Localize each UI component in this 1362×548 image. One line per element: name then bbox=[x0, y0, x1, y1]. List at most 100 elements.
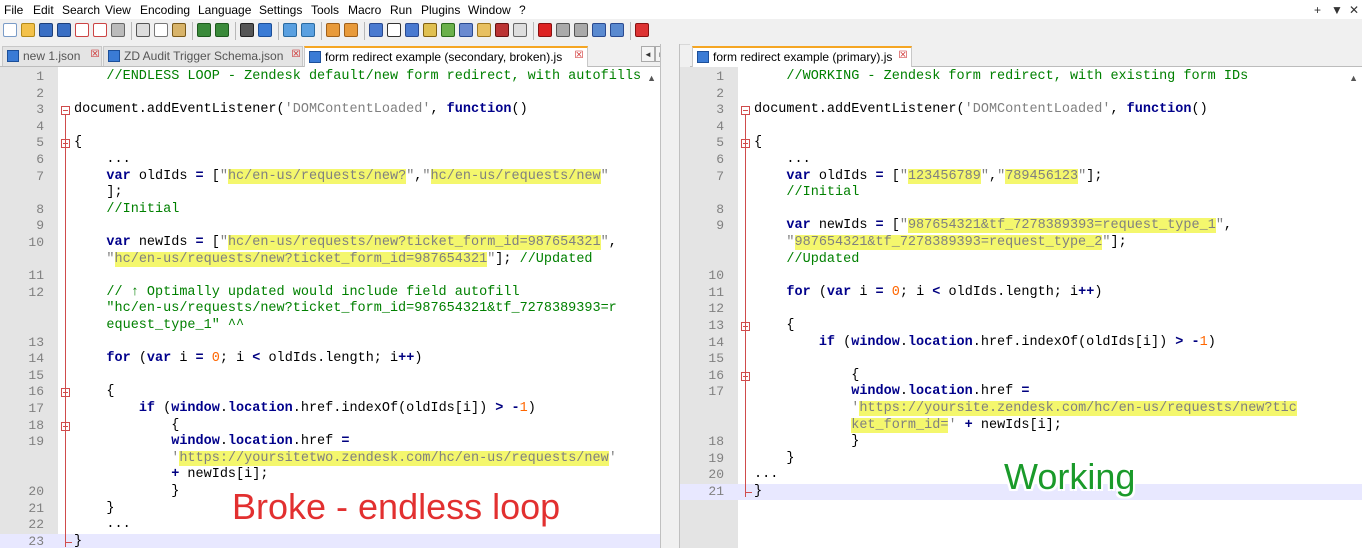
save-all-icon[interactable] bbox=[57, 23, 71, 37]
code-text: } bbox=[74, 533, 83, 548]
sync-horizontal-icon[interactable] bbox=[344, 23, 358, 37]
copy-icon[interactable] bbox=[154, 23, 168, 37]
spell-check-icon[interactable] bbox=[635, 23, 649, 37]
tab-label: ZD Audit Trigger Schema.json bbox=[124, 49, 284, 63]
close-tab-icon[interactable]: ☒ bbox=[573, 50, 585, 62]
tab-label: form redirect example (primary).js bbox=[713, 50, 893, 64]
close-tab-icon[interactable]: ☒ bbox=[89, 49, 101, 61]
code-text: document.addEventListener('DOMContentLoa… bbox=[74, 102, 528, 118]
play-macro-icon[interactable] bbox=[574, 23, 588, 37]
file-icon bbox=[309, 51, 321, 63]
function-list-icon[interactable] bbox=[459, 23, 473, 37]
tab-form-redirect-primary[interactable]: form redirect example (primary).js ☒ bbox=[692, 46, 912, 67]
redo-icon[interactable] bbox=[215, 23, 229, 37]
view-splitter[interactable] bbox=[660, 44, 680, 548]
right-tab-bar: form redirect example (primary).js ☒ bbox=[690, 44, 1362, 67]
tab-label: form redirect example (secondary, broken… bbox=[325, 50, 563, 64]
code-line: 6 ... bbox=[680, 152, 1362, 168]
code-text: { bbox=[74, 384, 115, 400]
line-number: 15 bbox=[708, 351, 724, 367]
toolbar-separator bbox=[364, 22, 365, 40]
open-file-icon[interactable] bbox=[21, 23, 35, 37]
code-line: 3 document.addEventListener('DOMContentLo… bbox=[0, 102, 660, 118]
paste-icon[interactable] bbox=[172, 23, 186, 37]
sync-vertical-icon[interactable] bbox=[326, 23, 340, 37]
menu-plugins[interactable]: Plugins bbox=[421, 3, 460, 17]
menu-language[interactable]: Language bbox=[198, 3, 251, 17]
indent-guide-icon[interactable] bbox=[405, 23, 419, 37]
find-icon[interactable] bbox=[240, 23, 254, 37]
code-text: 'https://yoursite.zendesk.com/hc/en-us/r… bbox=[851, 401, 1297, 416]
undo-icon[interactable] bbox=[197, 23, 211, 37]
menu-settings[interactable]: Settings bbox=[259, 3, 302, 17]
code-line: 14 for (var i = 0; i < oldIds.length; i+… bbox=[0, 351, 660, 367]
menu-macro[interactable]: Macro bbox=[348, 3, 381, 17]
menu-tools[interactable]: Tools bbox=[311, 3, 339, 17]
line-number: 17 bbox=[708, 384, 724, 400]
tab-list-dropdown-button[interactable]: ▼ bbox=[1331, 3, 1343, 17]
folder-workspace-icon[interactable] bbox=[477, 23, 491, 37]
tab-zd-audit-trigger-schema[interactable]: ZD Audit Trigger Schema.json ☒ bbox=[103, 46, 303, 66]
line-number: 6 bbox=[36, 152, 44, 167]
monitor-icon[interactable] bbox=[495, 23, 509, 37]
save-icon[interactable] bbox=[39, 23, 53, 37]
left-editor[interactable]: ▲ 1 //ENDLESS LOOP - Zendesk default/new… bbox=[0, 67, 660, 548]
line-number: 22 bbox=[28, 517, 44, 533]
line-number: 5 bbox=[36, 135, 44, 151]
doc-map-icon[interactable] bbox=[441, 23, 455, 37]
line-number: 13 bbox=[708, 318, 724, 333]
tab-scroll-left-button[interactable]: ◄ bbox=[641, 46, 655, 62]
cut-icon[interactable] bbox=[136, 23, 150, 37]
new-tab-button[interactable]: + bbox=[1314, 3, 1321, 17]
zoom-in-icon[interactable] bbox=[283, 23, 297, 37]
code-line: 17 if (window.location.href.indexOf(oldI… bbox=[0, 401, 660, 417]
line-number: 8 bbox=[716, 201, 724, 217]
menu-help[interactable]: ? bbox=[519, 3, 526, 17]
tab-new-1-json[interactable]: new 1.json ☒ bbox=[2, 46, 102, 66]
menu-view[interactable]: View bbox=[105, 3, 131, 17]
line-number: 10 bbox=[28, 235, 44, 250]
fold-end bbox=[65, 541, 72, 543]
new-file-icon[interactable] bbox=[3, 23, 17, 37]
replace-icon[interactable] bbox=[258, 23, 272, 37]
show-all-chars-icon[interactable] bbox=[387, 23, 401, 37]
code-text: //ENDLESS LOOP - Zendesk default/new for… bbox=[106, 69, 642, 84]
print-icon[interactable] bbox=[111, 23, 125, 37]
menu-edit[interactable]: Edit bbox=[33, 3, 54, 17]
line-number: 5 bbox=[716, 135, 724, 151]
word-wrap-icon[interactable] bbox=[369, 23, 383, 37]
fold-toggle-icon[interactable] bbox=[61, 106, 70, 116]
language-icon[interactable] bbox=[423, 23, 437, 37]
line-number: 21 bbox=[708, 484, 724, 499]
line-number: 21 bbox=[28, 500, 44, 516]
close-icon[interactable] bbox=[75, 23, 89, 37]
menu-encoding[interactable]: Encoding bbox=[140, 3, 190, 17]
stop-macro-icon[interactable] bbox=[556, 23, 570, 37]
code-text: var newIds = ["987654321&tf_7278389393=r… bbox=[786, 218, 1233, 234]
line-number: 3 bbox=[36, 102, 44, 118]
menu-file[interactable]: File bbox=[4, 3, 23, 17]
menu-search[interactable]: Search bbox=[62, 3, 100, 17]
code-line: 'https://yoursite.zendesk.com/hc/en-us/r… bbox=[680, 401, 1362, 417]
record-macro-icon[interactable] bbox=[538, 23, 552, 37]
code-text: if (window.location.href.indexOf(oldIds[… bbox=[138, 401, 536, 416]
menu-window[interactable]: Window bbox=[468, 3, 511, 17]
close-tab-icon[interactable]: ☒ bbox=[897, 50, 909, 62]
close-tab-icon[interactable]: ☒ bbox=[290, 49, 302, 61]
eye-icon[interactable] bbox=[513, 23, 527, 37]
code-line: 10 var newIds = ["hc/en-us/requests/new?… bbox=[0, 235, 660, 251]
fold-toggle-icon[interactable] bbox=[741, 106, 750, 116]
code-line: 11 for (var i = 0; i < oldIds.length; i+… bbox=[680, 285, 1362, 301]
save-macro-icon[interactable] bbox=[610, 23, 624, 37]
code-line: 18 } bbox=[680, 434, 1362, 450]
tab-form-redirect-secondary[interactable]: form redirect example (secondary, broken… bbox=[304, 46, 588, 67]
line-number: 4 bbox=[716, 118, 724, 134]
code-line: "hc/en-us/requests/new?ticket_form_id=98… bbox=[0, 251, 660, 268]
code-line: 7 var oldIds = ["123456789","789456123"]… bbox=[680, 168, 1362, 185]
zoom-out-icon[interactable] bbox=[301, 23, 315, 37]
menu-run[interactable]: Run bbox=[390, 3, 412, 17]
close-all-icon[interactable] bbox=[93, 23, 107, 37]
close-window-button[interactable]: ✕ bbox=[1349, 3, 1359, 17]
line-number: 16 bbox=[708, 367, 724, 383]
run-macro-multiple-icon[interactable] bbox=[592, 23, 606, 37]
